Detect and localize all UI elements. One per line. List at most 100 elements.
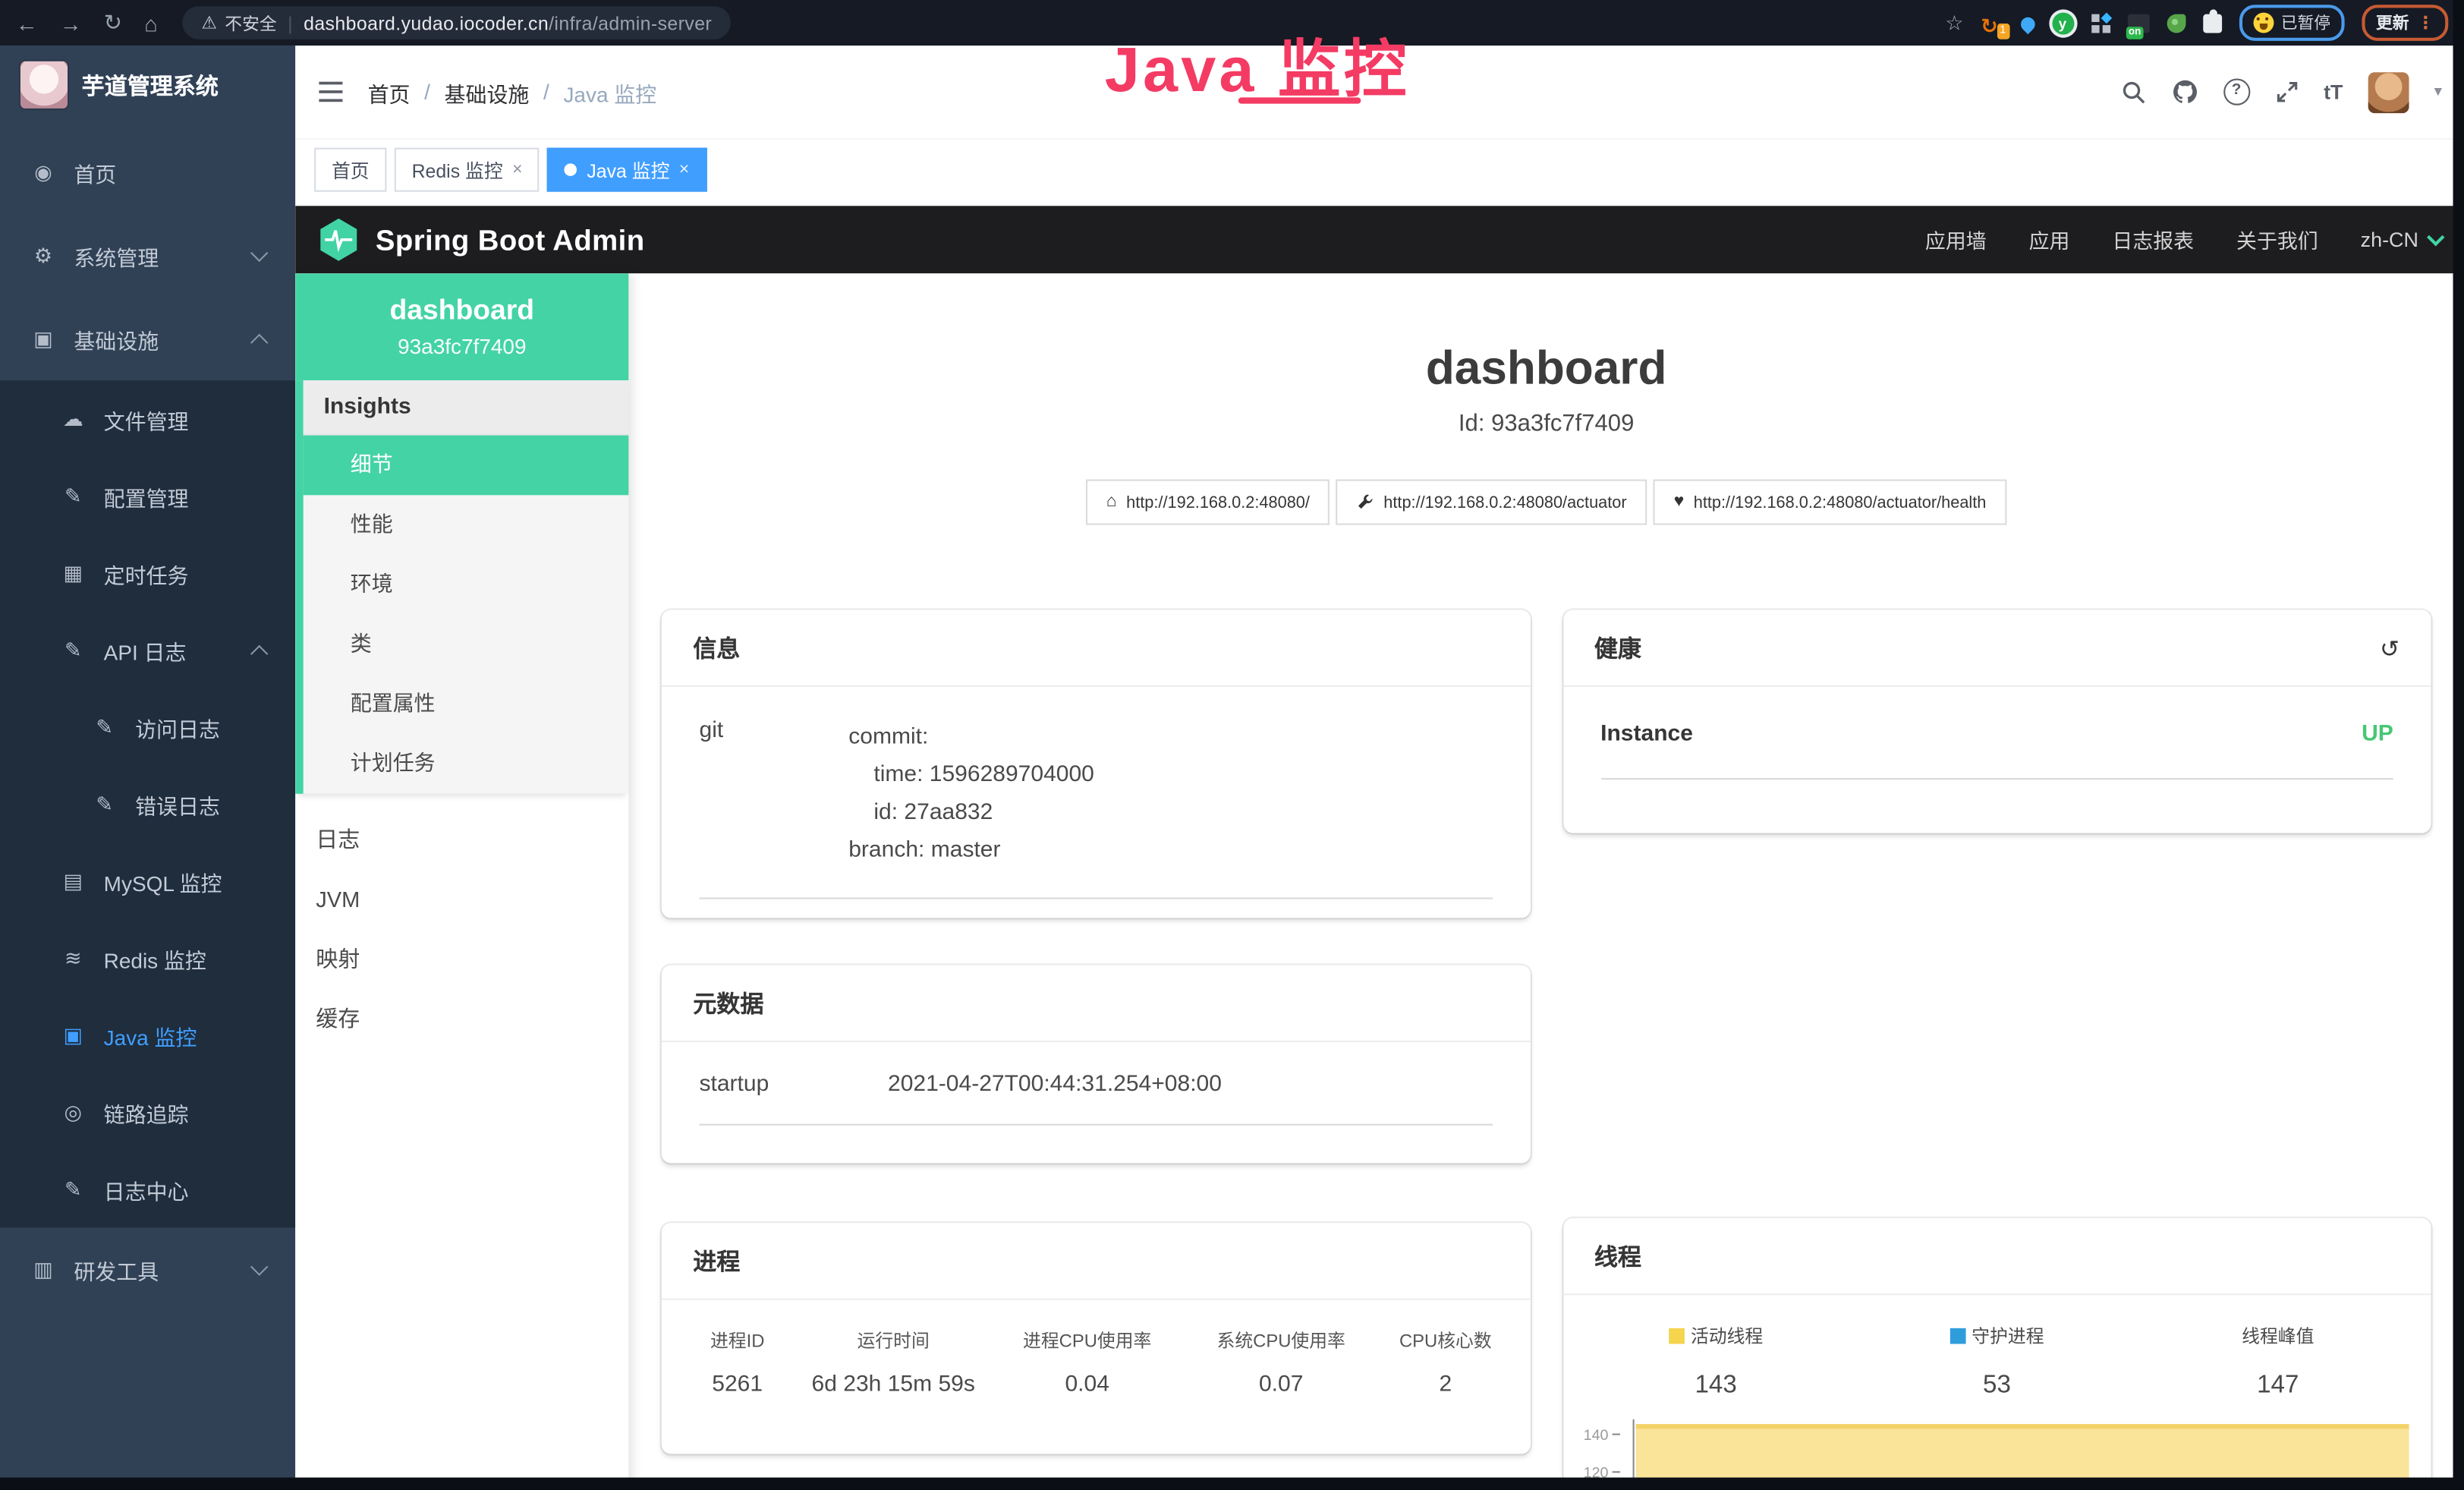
warning-icon: ⚠ (201, 13, 216, 33)
sidebar-item-api-log[interactable]: ✎ API 日志 (0, 612, 295, 688)
insight-item-metrics[interactable]: 性能 (304, 495, 629, 555)
instance-header[interactable]: dashboard 93a3fc7f7409 (295, 273, 628, 380)
status-badge: UP (2362, 721, 2393, 746)
live-threads-value: 143 (1575, 1372, 1856, 1400)
system-cpu-value: 0.07 (1188, 1372, 1374, 1397)
edit-icon: ✎ (91, 792, 118, 817)
sidebar-item-system[interactable]: ⚙ 系统管理 (0, 214, 295, 298)
tab-home[interactable]: 首页 (314, 148, 386, 192)
sidebar-item-java-monitor[interactable]: ▣ Java 监控 (0, 997, 295, 1073)
sba-nav-applications[interactable]: 应用 (2029, 225, 2070, 254)
sidebar-item-mysql[interactable]: ▤ MySQL 监控 (0, 843, 295, 919)
instance-id: 93a3fc7f7409 (295, 335, 628, 358)
tab-java-monitor[interactable]: Java 监控 × (548, 148, 706, 192)
process-card: 进程 进程ID 运行时间 进程CPU使用率 系统CPU使用率 CPU核心数 52… (662, 1223, 1530, 1454)
edit-icon: ✎ (91, 714, 118, 739)
sidebar-item-dev-tools[interactable]: ▥ 研发工具 (0, 1227, 295, 1311)
browser-forward-icon[interactable]: → (60, 10, 82, 35)
user-avatar[interactable] (2368, 71, 2409, 112)
close-icon[interactable]: × (679, 160, 689, 179)
sidebar-item-job[interactable]: ▦ 定时任务 (0, 534, 295, 611)
instance-item-logs[interactable]: 日志 (295, 809, 628, 869)
close-icon[interactable]: × (512, 160, 522, 179)
security-warning[interactable]: ⚠ 不安全 (201, 10, 276, 35)
sidebar-item-file[interactable]: ☁ 文件管理 (0, 380, 295, 457)
insight-item-classes[interactable]: 类 (304, 615, 629, 675)
edit-icon: ✎ (60, 638, 87, 663)
browser-home-icon[interactable]: ⌂ (144, 10, 158, 35)
daemon-threads-value: 53 (1856, 1372, 2137, 1400)
sba-brand[interactable]: Spring Boot Admin (376, 222, 645, 257)
extensions-puzzle-icon[interactable] (2202, 14, 2221, 33)
paused-badge[interactable]: 已暂停 (2239, 5, 2345, 41)
sidebar-item-redis[interactable]: ≋ Redis 监控 (0, 919, 295, 996)
app-title: 芋道管理系统 (82, 68, 219, 101)
process-cpu-value: 0.04 (986, 1372, 1188, 1397)
service-url-button[interactable]: ⌂ http://192.168.0.2:48080/ (1086, 480, 1330, 525)
instance-sidebar: dashboard 93a3fc7f7409 Insights 细节 性能 环境… (295, 273, 628, 1490)
history-icon[interactable]: ↺ (2380, 635, 2399, 663)
process-card-title: 进程 (662, 1223, 1530, 1299)
extension-grid-icon[interactable] (2091, 14, 2110, 33)
sba-nav-wallboard[interactable]: 应用墙 (1925, 225, 1987, 254)
sidebar-item-error-log[interactable]: ✎ 错误日志 (0, 765, 295, 842)
sidebar-item-config[interactable]: ✎ 配置管理 (0, 458, 295, 534)
hamburger-icon[interactable] (317, 80, 344, 104)
instance-item-jvm[interactable]: JVM (295, 869, 628, 929)
url-path: /infra/admin-server (549, 12, 712, 34)
page-title: dashboard (628, 342, 2464, 395)
sidebar-item-home[interactable]: ◉ 首页 (0, 131, 295, 214)
threads-card-title: 线程 (1562, 1218, 2431, 1295)
insight-item-details[interactable]: 细节 (304, 436, 629, 496)
process-table-values: 5261 6d 23h 15m 59s 0.04 0.07 2 (662, 1353, 1530, 1454)
edit-icon: ✎ (60, 484, 87, 509)
breadcrumb-current: Java 监控 (563, 76, 656, 107)
user-menu-caret-icon[interactable]: ▾ (2434, 83, 2442, 101)
sba-logo-icon[interactable] (317, 217, 360, 263)
insights-header[interactable]: Insights (304, 380, 629, 435)
window-bottom-edge (0, 1478, 2464, 1490)
sba-nav-about[interactable]: 关于我们 (2236, 225, 2318, 254)
tab-redis-monitor[interactable]: Redis 监控 × (395, 148, 540, 192)
window-right-edge (2453, 0, 2464, 1490)
wrench-icon (1357, 493, 1374, 511)
sba-nav-journal[interactable]: 日志报表 (2112, 225, 2194, 254)
insight-item-config-props[interactable]: 配置属性 (304, 674, 629, 734)
github-icon[interactable] (2171, 79, 2198, 106)
browser-back-icon[interactable]: ← (16, 10, 38, 35)
font-size-icon[interactable]: tT (2324, 80, 2343, 104)
breadcrumb-infra[interactable]: 基础设施 (445, 76, 530, 107)
instance-item-mappings[interactable]: 映射 (295, 929, 628, 989)
annotation-underline (1238, 97, 1361, 103)
update-button[interactable]: 更新 ⋮ (2362, 5, 2448, 41)
help-icon[interactable]: ? (2223, 79, 2250, 106)
actuator-url-button[interactable]: http://192.168.0.2:48080/actuator (1336, 480, 1647, 525)
health-row: Instance UP (1600, 693, 2393, 780)
instance-detail-panel: dashboard Id: 93a3fc7f7409 ⌂ http://192.… (628, 273, 2464, 1490)
breadcrumb-home[interactable]: 首页 (368, 76, 411, 107)
extension-leaf-icon[interactable] (2167, 14, 2186, 33)
address-bar[interactable]: ⚠ 不安全 | dashboard.yudao.iocoder.cn/infra… (183, 6, 731, 39)
instance-item-caches[interactable]: 缓存 (295, 989, 628, 1049)
insight-item-environment[interactable]: 环境 (304, 555, 629, 615)
chevron-down-icon (2427, 228, 2444, 246)
browser-reload-icon[interactable]: ↻ (104, 9, 122, 36)
sidebar-item-log-center[interactable]: ✎ 日志中心 (0, 1151, 295, 1227)
sidebar-item-infra[interactable]: ▣ 基础设施 (0, 297, 295, 380)
insight-item-scheduled-tasks[interactable]: 计划任务 (304, 734, 629, 794)
sidebar-item-access-log[interactable]: ✎ 访问日志 (0, 688, 295, 765)
extension-y-icon[interactable]: y (2051, 12, 2073, 34)
extension-on-icon[interactable]: on (2127, 14, 2149, 33)
sidebar-item-tracing[interactable]: ◎ 链路追踪 (0, 1073, 295, 1150)
fullscreen-icon[interactable] (2275, 80, 2299, 104)
extension-refresh-icon[interactable]: ↻ 1 (1981, 12, 2003, 34)
app-logo[interactable]: 芋道管理系统 (0, 46, 295, 124)
metadata-value: 2021-04-27T00:44:31.254+08:00 (888, 1072, 1222, 1097)
browser-menu-icon[interactable]: ⋮ (2417, 13, 2434, 33)
search-icon[interactable] (2121, 80, 2146, 105)
tag-tabs: 首页 Redis 监控 × Java 监控 × (295, 140, 2464, 206)
extension-pin-icon[interactable] (2017, 14, 2037, 34)
health-url-button[interactable]: ♥ http://192.168.0.2:48080/actuator/heal… (1654, 480, 2006, 525)
bookmark-star-icon[interactable]: ☆ (1945, 10, 1963, 35)
sba-language-select[interactable]: zh-CN (2361, 228, 2442, 251)
